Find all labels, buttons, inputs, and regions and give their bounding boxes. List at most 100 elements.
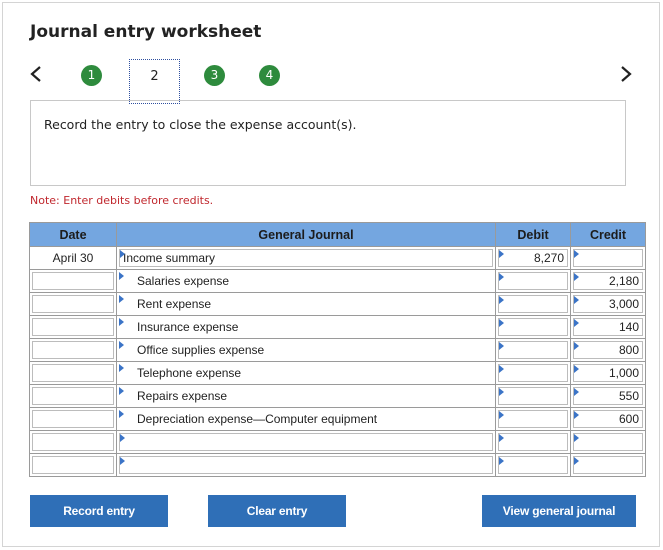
view-general-journal-button[interactable]: View general journal <box>482 495 636 527</box>
date-select[interactable] <box>29 269 117 293</box>
account-name: Repairs expense <box>137 389 228 403</box>
credit-input[interactable]: 140 <box>570 315 646 339</box>
note-text: Note: Enter debits before credits. <box>30 194 214 207</box>
dropdown-marker-icon <box>119 410 124 418</box>
date-select[interactable] <box>29 430 117 454</box>
credit-value: 550 <box>618 389 639 403</box>
journal-row: Depreciation expense—Computer equipment 6… <box>29 407 646 431</box>
debit-input[interactable] <box>495 430 571 454</box>
credit-value: 2,180 <box>608 274 639 288</box>
journal-row: Office supplies expense 800 <box>29 338 646 362</box>
input-marker-icon <box>499 342 504 350</box>
credit-input[interactable]: 550 <box>570 384 646 408</box>
dropdown-marker-icon <box>119 387 124 395</box>
input-marker-icon <box>574 411 579 419</box>
input-marker-icon <box>499 250 504 258</box>
account-select[interactable] <box>116 453 496 477</box>
step-2-button-current[interactable]: 2 <box>129 59 180 104</box>
step-1-button[interactable]: 1 <box>81 65 102 86</box>
input-marker-icon <box>574 457 579 465</box>
input-marker-icon <box>499 434 504 442</box>
account-select[interactable]: Income summary <box>116 246 496 270</box>
debit-input[interactable] <box>495 338 571 362</box>
date-select[interactable] <box>29 315 117 339</box>
credit-input[interactable] <box>570 453 646 477</box>
credit-input[interactable]: 1,000 <box>570 361 646 385</box>
dropdown-marker-icon <box>119 364 124 372</box>
journal-row: Salaries expense 2,180 <box>29 269 646 293</box>
credit-value: 600 <box>618 412 639 426</box>
dropdown-marker-icon <box>119 341 124 349</box>
debit-input[interactable] <box>495 361 571 385</box>
journal-row: Telephone expense 1,000 <box>29 361 646 385</box>
date-select[interactable] <box>29 292 117 316</box>
input-marker-icon <box>574 319 579 327</box>
input-marker-icon <box>574 250 579 258</box>
input-marker-icon <box>574 365 579 373</box>
step-3-button[interactable]: 3 <box>204 65 225 86</box>
dropdown-marker-icon <box>119 272 124 280</box>
record-entry-button[interactable]: Record entry <box>30 495 168 527</box>
date-select[interactable]: April 30 <box>29 246 117 270</box>
account-name: Telephone expense <box>137 366 242 380</box>
credit-header: Credit <box>570 222 646 247</box>
debit-input[interactable] <box>495 315 571 339</box>
account-select[interactable]: Depreciation expense—Computer equipment <box>116 407 496 431</box>
journal-row <box>29 430 646 454</box>
account-select[interactable]: Salaries expense <box>116 269 496 293</box>
journal-row: Rent expense 3,000 <box>29 292 646 316</box>
input-marker-icon <box>499 296 504 304</box>
input-marker-icon <box>499 365 504 373</box>
journal-header-row: Date General Journal Debit Credit <box>29 222 646 247</box>
debit-header: Debit <box>495 222 571 247</box>
journal-row: Insurance expense 140 <box>29 315 646 339</box>
account-select[interactable] <box>116 430 496 454</box>
date-header: Date <box>29 222 117 247</box>
credit-value: 1,000 <box>608 366 639 380</box>
date-select[interactable] <box>29 361 117 385</box>
account-select[interactable]: Telephone expense <box>116 361 496 385</box>
input-marker-icon <box>499 457 504 465</box>
journal-table: Date General Journal Debit Credit April … <box>29 222 646 477</box>
input-marker-icon <box>574 273 579 281</box>
date-select[interactable] <box>29 407 117 431</box>
credit-input[interactable]: 800 <box>570 338 646 362</box>
input-marker-icon <box>574 388 579 396</box>
debit-input[interactable] <box>495 269 571 293</box>
previous-step-arrow-icon[interactable] <box>29 65 45 83</box>
date-select[interactable] <box>29 384 117 408</box>
dropdown-marker-icon <box>120 434 125 442</box>
debit-input[interactable]: 8,270 <box>495 246 571 270</box>
debit-input[interactable] <box>495 292 571 316</box>
account-name: Salaries expense <box>137 274 230 288</box>
credit-value: 3,000 <box>608 297 639 311</box>
account-select[interactable]: Insurance expense <box>116 315 496 339</box>
debit-input[interactable] <box>495 407 571 431</box>
account-select[interactable]: Office supplies expense <box>116 338 496 362</box>
step-4-button[interactable]: 4 <box>259 65 280 86</box>
credit-input[interactable] <box>570 430 646 454</box>
instruction-box: Record the entry to close the expense ac… <box>30 100 626 186</box>
credit-input[interactable]: 600 <box>570 407 646 431</box>
instruction-text: Record the entry to close the expense ac… <box>44 117 357 132</box>
input-marker-icon <box>499 388 504 396</box>
debit-value: 8,270 <box>533 251 564 265</box>
credit-input[interactable] <box>570 246 646 270</box>
general-journal-header: General Journal <box>116 222 496 247</box>
credit-value: 800 <box>618 343 639 357</box>
next-step-arrow-icon[interactable] <box>619 65 635 83</box>
account-select[interactable]: Rent expense <box>116 292 496 316</box>
account-name: Rent expense <box>137 297 212 311</box>
account-name: Income summary <box>123 251 216 265</box>
date-select[interactable] <box>29 338 117 362</box>
clear-entry-button[interactable]: Clear entry <box>208 495 346 527</box>
credit-input[interactable]: 2,180 <box>570 269 646 293</box>
debit-input[interactable] <box>495 453 571 477</box>
date-value: April 30 <box>52 251 94 265</box>
debit-input[interactable] <box>495 384 571 408</box>
account-select[interactable]: Repairs expense <box>116 384 496 408</box>
credit-input[interactable]: 3,000 <box>570 292 646 316</box>
worksheet-title: Journal entry worksheet <box>30 22 262 42</box>
date-select[interactable] <box>29 453 117 477</box>
dropdown-marker-icon <box>120 250 125 258</box>
